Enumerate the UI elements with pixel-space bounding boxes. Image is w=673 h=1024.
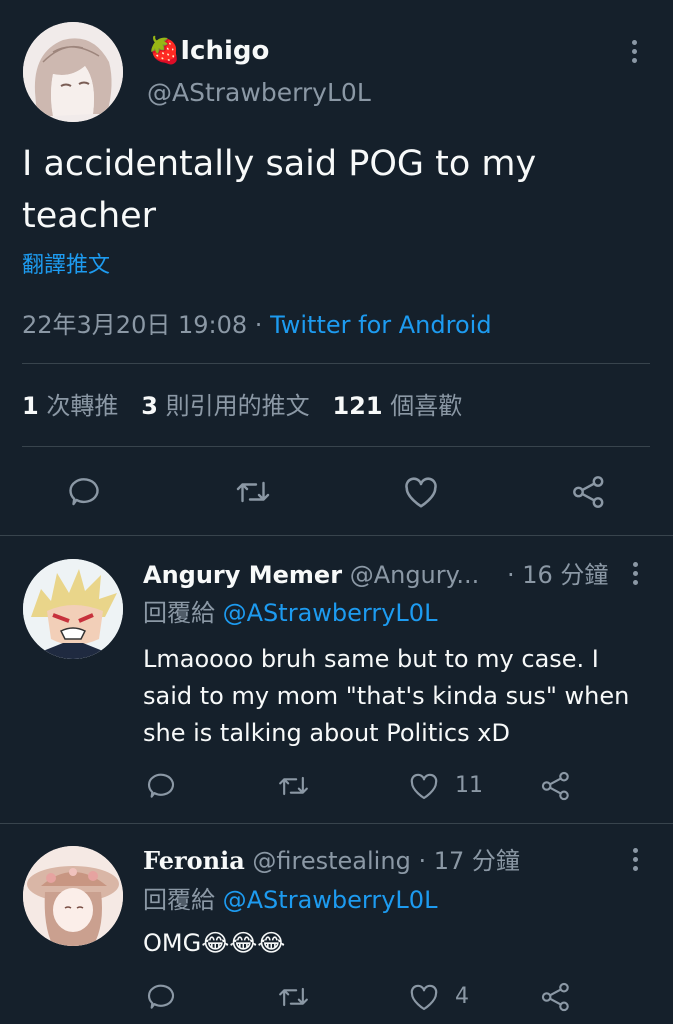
tweet-meta: 22年3月20日 19:08 · Twitter for Android	[22, 309, 492, 341]
reply-to-handle-link[interactable]: @AStrawberryL0L	[223, 599, 438, 627]
reply-to-handle-link[interactable]: @AStrawberryL0L	[223, 886, 438, 914]
reply-more-options-icon[interactable]	[631, 562, 639, 589]
likes-label: 個喜歡	[390, 392, 463, 420]
divider	[0, 823, 673, 824]
strawberry-icon: 🍓	[148, 36, 181, 66]
share-icon[interactable]	[570, 474, 608, 510]
reply-to-row: 回覆給 @AStrawberryL0L	[143, 596, 437, 630]
anime-boy-avatar-icon	[23, 559, 123, 659]
quotes-label: 則引用的推文	[165, 392, 310, 420]
retweets-count: 1	[22, 392, 39, 420]
reply-to-label: 回覆給	[143, 599, 215, 627]
share-icon[interactable]	[540, 770, 572, 802]
share-icon[interactable]	[540, 981, 572, 1013]
likes-count: 121	[332, 392, 383, 420]
author-handle[interactable]: @AStrawberryL0L	[147, 76, 371, 110]
tweet-stats: 1 次轉推 3 則引用的推文 121 個喜歡	[22, 390, 462, 422]
divider	[0, 535, 673, 536]
anime-girl-hat-avatar-icon	[23, 846, 123, 946]
retweet-icon[interactable]	[276, 981, 311, 1013]
tweet-source-link[interactable]: Twitter for Android	[270, 311, 491, 339]
like-heart-icon[interactable]	[408, 981, 440, 1013]
quotes-count: 3	[141, 392, 158, 420]
likes-stat[interactable]: 121 個喜歡	[332, 392, 462, 420]
translate-tweet-link[interactable]: 翻譯推文	[22, 252, 110, 280]
reply-time[interactable]: · 17 分鐘	[418, 847, 519, 875]
retweet-icon[interactable]	[276, 770, 311, 802]
reply-icon[interactable]	[145, 770, 177, 802]
reply-like-count: 11	[455, 773, 483, 798]
divider	[22, 446, 650, 447]
reply-avatar[interactable]	[23, 846, 123, 946]
like-heart-icon[interactable]	[402, 474, 440, 510]
reply-author-handle[interactable]: @firestealing	[252, 847, 410, 875]
reply-icon[interactable]	[66, 474, 102, 510]
divider	[22, 363, 650, 364]
author-name-row[interactable]: 🍓Ichigo	[148, 34, 269, 68]
quotes-stat[interactable]: 3 則引用的推文	[141, 392, 309, 420]
retweets-label: 次轉推	[46, 392, 119, 420]
anime-girl-avatar-icon	[23, 22, 123, 122]
reply-avatar[interactable]	[23, 559, 123, 659]
reply-time[interactable]: · 16 分鐘	[507, 558, 608, 592]
tweet-timestamp[interactable]: 22年3月20日 19:08	[22, 311, 247, 339]
reply-author-name[interactable]: Feronia	[143, 846, 245, 875]
more-options-icon[interactable]	[630, 40, 638, 67]
reply-header: Angury Memer @Angury...	[143, 558, 479, 592]
reply-text-line: she is talking about Politics xD	[143, 719, 510, 747]
reply-text-line: Lmaoooo bruh same but to my case. I	[143, 645, 599, 673]
reply-author-handle[interactable]: @Angury...	[350, 561, 480, 589]
reply-author-name[interactable]: Angury Memer	[143, 561, 342, 589]
retweet-icon[interactable]	[233, 474, 273, 510]
tweet-text-line: I accidentally said POG to my	[22, 144, 537, 184]
reply-text: OMG😂😂😂	[143, 929, 286, 957]
tweet-text: I accidentally said POG to my teacher	[22, 138, 536, 242]
reply-header: Feronia @firestealing · 17 分鐘	[143, 844, 520, 878]
reply-icon[interactable]	[145, 981, 177, 1013]
meta-separator: ·	[254, 311, 263, 339]
tweet-text-line: teacher	[22, 196, 157, 236]
reply-more-options-icon[interactable]	[631, 848, 639, 875]
author-avatar[interactable]	[23, 22, 123, 122]
like-heart-icon[interactable]	[408, 770, 440, 802]
reply-text: Lmaoooo bruh same but to my case. I said…	[143, 641, 629, 752]
reply-to-label: 回覆給	[143, 886, 215, 914]
reply-text-line: said to my mom "that's kinda sus" when	[143, 682, 630, 710]
reply-like-count: 4	[455, 984, 469, 1009]
author-name: Ichigo	[180, 36, 270, 66]
retweets-stat[interactable]: 1 次轉推	[22, 392, 118, 420]
reply-to-row: 回覆給 @AStrawberryL0L	[143, 883, 437, 917]
